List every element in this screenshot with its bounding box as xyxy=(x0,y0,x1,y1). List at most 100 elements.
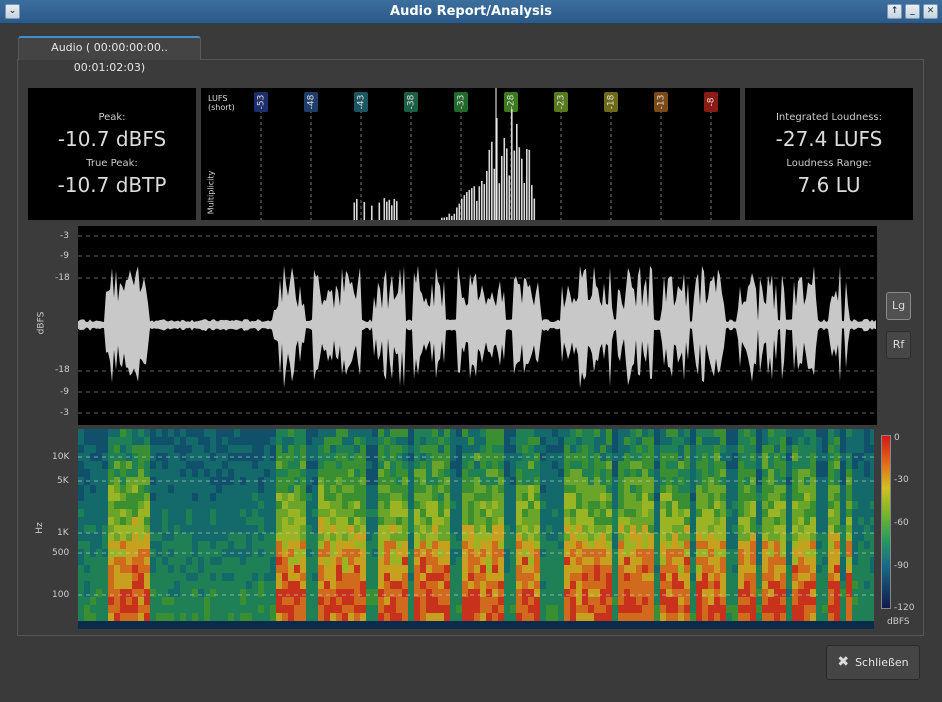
spectrogram-cell xyxy=(348,429,354,437)
spectrogram-cell xyxy=(234,461,240,469)
spectrogram-cell xyxy=(672,469,678,477)
spectrogram-cell xyxy=(126,517,132,525)
spectrogram-cell xyxy=(702,517,708,525)
spectrogram-cell xyxy=(678,509,684,517)
spectrogram-cell xyxy=(864,469,870,477)
spectrogram-cell xyxy=(780,517,786,525)
spectrogram-cell xyxy=(546,597,552,605)
close-window-button[interactable]: ✕ xyxy=(923,4,938,19)
spectrogram-cell xyxy=(864,597,870,605)
spectrogram-cell xyxy=(786,621,792,629)
spectrogram-cell xyxy=(426,533,432,541)
spectrogram-cell xyxy=(456,597,462,605)
spectrogram-cell xyxy=(654,485,660,493)
spectrogram-cell xyxy=(474,557,480,565)
spectrogram-cell xyxy=(276,581,282,589)
spectrogram-cell xyxy=(540,541,546,549)
spectrogram-cell xyxy=(342,605,348,613)
spectrogram-cell xyxy=(330,565,336,573)
spectrogram-cell xyxy=(486,509,492,517)
spectrogram-cell xyxy=(366,509,372,517)
close-button[interactable]: ✖ Schließen xyxy=(826,645,920,680)
spectrogram-cell xyxy=(786,485,792,493)
spectrogram-cell xyxy=(672,589,678,597)
spectrogram-cell xyxy=(474,485,480,493)
spectrogram-cell xyxy=(510,573,516,581)
spectrogram-cell xyxy=(192,501,198,509)
spectrogram-cell xyxy=(822,501,828,509)
spectrogram-cell xyxy=(858,485,864,493)
spectrogram-cell xyxy=(780,509,786,517)
spectrogram-cell xyxy=(630,469,636,477)
spectrogram-cell xyxy=(678,501,684,509)
spectrogram-cell xyxy=(630,581,636,589)
spectrogram-cell xyxy=(738,461,744,469)
reference-button[interactable]: Rf xyxy=(886,331,911,359)
spectrogram-cell xyxy=(858,469,864,477)
spectrogram-cell xyxy=(174,581,180,589)
spectrogram-cell xyxy=(456,613,462,621)
log-scale-button[interactable]: Lg xyxy=(886,292,911,320)
spectrogram-cell xyxy=(486,493,492,501)
spectrogram-cell xyxy=(384,429,390,437)
spectrogram-cell xyxy=(396,485,402,493)
spectrogram-cell xyxy=(768,501,774,509)
spectrogram-cell xyxy=(420,597,426,605)
spectrogram-cell xyxy=(444,437,450,445)
spectrogram-cell xyxy=(714,605,720,613)
spectrogram-cell xyxy=(726,501,732,509)
tab-audio[interactable]: Audio ( 00:00:00:00.. 00:01:02:03) xyxy=(18,36,201,74)
spectrogram-cell xyxy=(414,445,420,453)
spectrogram-cell xyxy=(810,581,816,589)
spectrogram-cell xyxy=(474,573,480,581)
spectrogram-cell xyxy=(162,485,168,493)
spectrogram-cell xyxy=(480,445,486,453)
spectrogram-cell xyxy=(474,581,480,589)
spectrogram-cell xyxy=(648,613,654,621)
spectrogram-cell xyxy=(372,541,378,549)
spectrogram-cell xyxy=(834,613,840,621)
integrated-loudness-label: Integrated Loudness: xyxy=(775,112,883,123)
spectrogram-cell xyxy=(96,509,102,517)
spectrogram-cell xyxy=(612,613,618,621)
spectrogram-cell xyxy=(252,485,258,493)
spectrogram-cell xyxy=(246,485,252,493)
spectrogram-cell xyxy=(708,485,714,493)
spectrogram-cell xyxy=(726,437,732,445)
spectrogram-cell xyxy=(642,485,648,493)
spectrogram-cell xyxy=(384,517,390,525)
spectrogram-cell xyxy=(402,485,408,493)
spectrogram-cell xyxy=(630,605,636,613)
spectrogram-cell xyxy=(582,589,588,597)
spectrogram-cell xyxy=(600,509,606,517)
spectrogram-cell xyxy=(648,461,654,469)
spectrogram-cell xyxy=(684,485,690,493)
spectrogram-cell xyxy=(822,589,828,597)
spectrogram-cell xyxy=(414,565,420,573)
spectrogram-cell xyxy=(426,597,432,605)
spectrogram-cell xyxy=(570,589,576,597)
spectrogram-cell xyxy=(300,533,306,541)
spectrogram-cell xyxy=(156,613,162,621)
spectrogram-cell xyxy=(348,517,354,525)
spectrogram-cell xyxy=(828,621,834,629)
histogram-bar xyxy=(516,123,518,220)
spectrogram-cell xyxy=(690,493,696,501)
spectrogram-cell xyxy=(384,509,390,517)
spectrogram-cell xyxy=(330,541,336,549)
spectrogram-cell xyxy=(582,461,588,469)
keep-above-button[interactable]: ↑ xyxy=(887,4,902,19)
spectrogram-cell xyxy=(732,517,738,525)
spectrogram-cell xyxy=(720,565,726,573)
spectrogram-cell xyxy=(840,517,846,525)
spectrogram-cell xyxy=(138,533,144,541)
spectrogram-cell xyxy=(126,589,132,597)
spectrogram-cell xyxy=(852,517,858,525)
spectrogram-cell xyxy=(762,501,768,509)
spectrogram-cell xyxy=(732,461,738,469)
spectrogram-cell xyxy=(204,621,210,629)
spectrogram-cell xyxy=(222,509,228,517)
spectrogram-cell xyxy=(408,517,414,525)
spectrogram-cell xyxy=(186,565,192,573)
minimize-button[interactable]: _ xyxy=(905,4,920,19)
